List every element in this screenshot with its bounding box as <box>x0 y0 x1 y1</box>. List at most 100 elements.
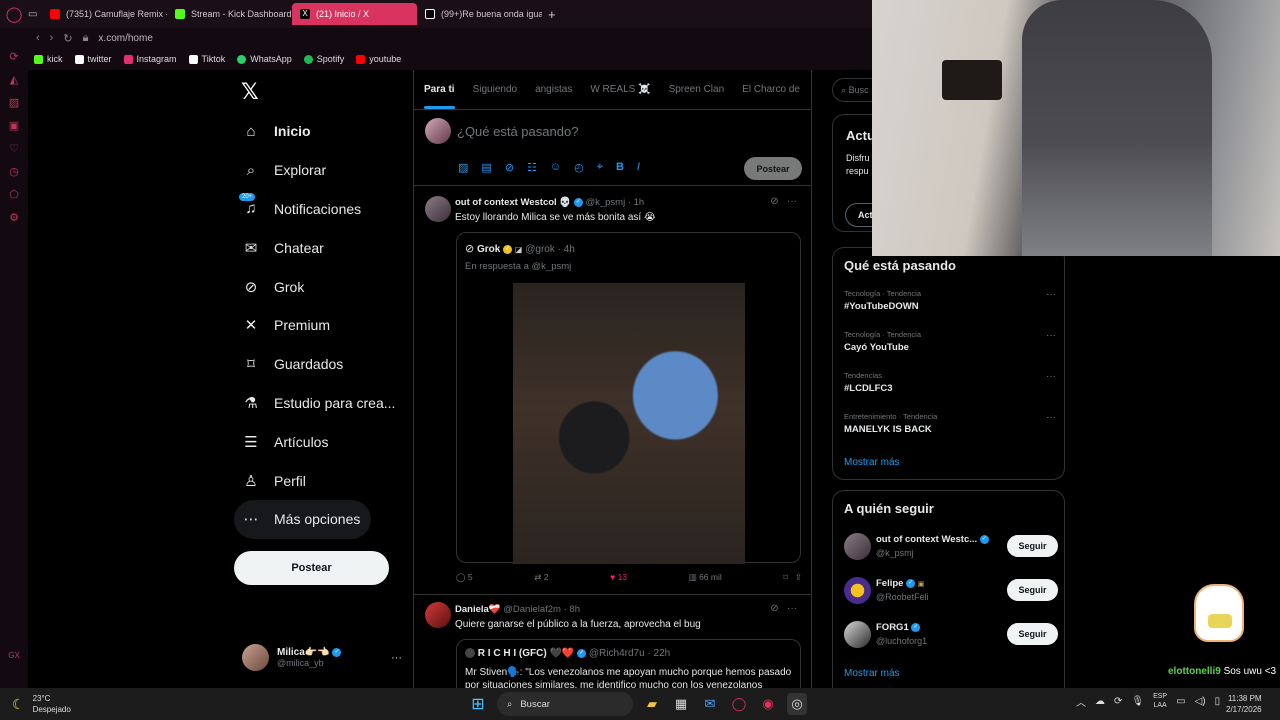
more-icon[interactable]: ··· <box>1046 412 1056 423</box>
follow-show-more-link[interactable]: Mostrar más <box>844 668 900 679</box>
sidebar-item-estudio[interactable]: ⚗ Estudio para crea... <box>234 384 404 423</box>
tweet[interactable]: out of context Westcol 💀 ✓ @k_psmj · 1h … <box>414 187 811 595</box>
weather-widget[interactable]: ☾ 23°C Despejado <box>12 693 71 715</box>
bookmark-instagram[interactable]: Instagram <box>123 54 177 64</box>
poll-icon[interactable]: ☷ <box>527 161 537 174</box>
sidebar-item-chatear[interactable]: ✉ Chatear <box>234 228 404 267</box>
new-tab-button[interactable]: + <box>542 7 562 22</box>
bookmark-spotify[interactable]: Spotify <box>303 54 344 64</box>
network-icon[interactable]: ▭ <box>1176 696 1185 707</box>
language-indicator[interactable]: ESP LAA <box>1153 692 1167 710</box>
bookmark-kick[interactable]: kick <box>34 54 63 64</box>
browser-tab-youtube[interactable]: (7351) Camuflaje Remix - ... <box>42 3 167 25</box>
tweet-author[interactable]: out of context Westcol 💀 <box>455 197 571 208</box>
trend-item[interactable]: Entretenimiento · Tendencia MANELYK IS B… <box>844 412 1056 435</box>
reply-button[interactable]: ◯ 5 <box>456 572 473 583</box>
follow-button[interactable]: Seguir <box>1007 579 1058 601</box>
battery-icon[interactable]: ▯ <box>1215 696 1221 707</box>
follow-button[interactable]: Seguir <box>1007 623 1058 645</box>
sidebar-item-articulos[interactable]: ☰ Artículos <box>234 422 404 461</box>
browser-tab-x-active[interactable]: X (21) Inicio / X <box>292 3 417 25</box>
bookmark-twitter[interactable]: twitter <box>74 54 112 64</box>
browser-tab-tiktok[interactable]: (99+)Re buena onda igual ... <box>417 3 542 25</box>
tweet-handle[interactable]: @Danielaf2m <box>503 604 561 615</box>
like-button[interactable]: ♥ 13 <box>610 572 627 583</box>
flow-icon[interactable]: ◭ <box>10 73 18 86</box>
more-icon[interactable]: ··· <box>787 196 797 207</box>
trends-show-more-link[interactable]: Mostrar más <box>844 457 900 468</box>
onedrive-icon[interactable]: ☁ <box>1095 696 1105 707</box>
share-icon[interactable]: ⇪ <box>795 572 802 582</box>
tweet-handle[interactable]: @k_psmj <box>585 197 625 208</box>
views-button[interactable]: ▥ 66 mil <box>689 572 722 583</box>
more-icon[interactable]: ··· <box>1046 289 1056 300</box>
media-app-icon[interactable]: ◉ <box>758 693 778 715</box>
tab-para-ti[interactable]: Para ti <box>424 84 455 109</box>
emoji-icon[interactable]: ☺ <box>550 161 561 174</box>
gx-corner-icon[interactable]: ▨ <box>9 96 19 109</box>
clock[interactable]: 11:38 PM 2/17/2026 <box>1226 693 1262 715</box>
repost-button[interactable]: ⇄ 2 <box>534 572 548 583</box>
tab-siguiendo[interactable]: Siguiendo <box>473 84 517 95</box>
chevron-up-icon[interactable]: ︿ <box>1076 694 1086 709</box>
sidebar-item-grok[interactable]: ⊘ Grok <box>234 267 404 306</box>
taskbar-search[interactable]: ⌕ Buscar <box>497 692 633 716</box>
follow-suggestion[interactable]: out of context Westc... ✓ @k_psmj Seguir <box>844 531 1058 561</box>
url-field[interactable]: x.com/home <box>98 33 152 44</box>
forward-icon[interactable]: › <box>50 32 54 44</box>
trend-item[interactable]: Tecnología · Tendencia #YouTubeDOWN ··· <box>844 289 1056 312</box>
bookmark-whatsapp[interactable]: WhatsApp <box>237 54 292 64</box>
opera-gx-icon[interactable]: ◯ <box>729 693 749 715</box>
x-logo-icon[interactable]: 𝕏 <box>241 79 259 105</box>
sidebar-item-notificaciones[interactable]: ♫ 20+ Notificaciones <box>234 190 404 229</box>
more-options-icon[interactable]: ··· <box>391 652 402 664</box>
grok-icon[interactable]: ⊘ <box>505 161 514 174</box>
tab-el-charco[interactable]: El Charco de <box>742 84 800 95</box>
more-icon[interactable]: ··· <box>1046 371 1056 382</box>
tab-w-reals[interactable]: W REALS ☠️ <box>590 84 650 95</box>
browser-tab-kick[interactable]: Stream - Kick Dashboard <box>167 3 292 25</box>
bookmark-tiktok[interactable]: Tiktok <box>188 54 225 64</box>
account-switcher[interactable]: Milica👉🏻👈🏻 ✓ @milica_yb ··· <box>242 644 402 671</box>
location-icon[interactable]: ⌖ <box>597 161 603 174</box>
grok-icon[interactable]: ⊘ <box>770 196 778 207</box>
mail-app-icon[interactable]: ✉ <box>700 693 720 715</box>
trend-item[interactable]: Tecnología · Tendencia Cayó YouTube ··· <box>844 330 1056 353</box>
m-icon[interactable]: ▣ <box>9 119 19 132</box>
gif-icon[interactable]: ▤ <box>481 161 491 174</box>
heart-icon[interactable]: ♡ <box>9 142 19 155</box>
sidebar-item-mas-opciones[interactable]: ⋯ Más opciones <box>234 499 371 539</box>
file-explorer-icon[interactable]: ▰ <box>642 693 662 715</box>
compose-post-button[interactable]: Postear <box>744 157 802 180</box>
italic-icon[interactable]: I <box>637 161 640 174</box>
tweet[interactable]: Daniela❤️‍🩹 @Danielaf2m · 8h ⊘ ··· Quier… <box>414 595 811 688</box>
post-button[interactable]: Postear <box>234 551 389 585</box>
follow-suggestion[interactable]: FORG1 ✓ @luchoforg1 Seguir <box>844 619 1058 649</box>
sidebar-item-inicio[interactable]: ⌂ Inicio <box>234 112 404 151</box>
sidebar-item-explorar[interactable]: ⌕ Explorar <box>234 151 404 190</box>
tab-angistas[interactable]: angistas <box>535 84 572 95</box>
schedule-icon[interactable]: ◴ <box>574 161 584 174</box>
windows-start-icon[interactable]: ⊞ <box>468 693 488 715</box>
search-input[interactable]: ⌕ Busc <box>832 78 872 102</box>
sidebar-item-premium[interactable]: ✕ Premium <box>234 306 404 345</box>
tweet-photo[interactable] <box>513 283 745 564</box>
image-icon[interactable]: ▨ <box>458 161 468 174</box>
tab-spreen-clan[interactable]: Spreen Clan <box>669 84 725 95</box>
quoted-tweet[interactable]: R I C H I (GFC) 🖤❤️ ✓ @Rich4rd7u · 22h M… <box>456 639 801 688</box>
bookmark-youtube[interactable]: youtube <box>356 54 401 64</box>
sidebar-item-guardados[interactable]: ⌑ Guardados <box>234 345 404 384</box>
compose-input[interactable]: ¿Qué está pasando? <box>457 124 578 139</box>
premium-panel-button[interactable]: Act <box>845 203 872 227</box>
follow-button[interactable]: Seguir <box>1007 535 1058 557</box>
volume-icon[interactable]: ◁) <box>1195 696 1206 707</box>
mic-icon[interactable]: 🎙︎ <box>1131 696 1144 707</box>
tweet-author[interactable]: Daniela❤️‍🩹 <box>455 604 501 615</box>
back-icon[interactable]: ‹ <box>36 32 40 44</box>
extensions-icon[interactable]: ⬠ <box>9 188 19 201</box>
bookmark-icon[interactable]: ⌑ <box>783 572 787 582</box>
grok-icon[interactable]: ⊘ <box>770 603 778 614</box>
more-icon[interactable]: ··· <box>1046 330 1056 341</box>
bold-icon[interactable]: B <box>616 161 624 174</box>
settings-icon[interactable]: ⚙ <box>9 211 19 224</box>
